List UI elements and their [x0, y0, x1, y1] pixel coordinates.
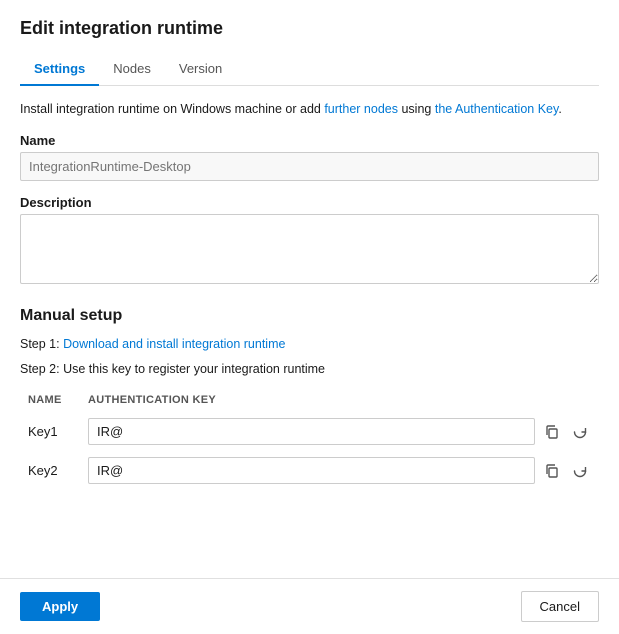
key-value-cell-1 [80, 451, 599, 490]
col-auth-header: AUTHENTICATION KEY [80, 388, 599, 412]
step2-text: Step 2: Use this key to register your in… [20, 360, 599, 379]
refresh-icon [572, 463, 588, 479]
cancel-button[interactable]: Cancel [521, 591, 599, 622]
description-textarea[interactable] [20, 214, 599, 284]
page-title: Edit integration runtime [20, 18, 599, 39]
refresh-icon [572, 424, 588, 440]
key-value-cell-0 [80, 412, 599, 451]
name-input[interactable] [20, 152, 599, 181]
footer: Apply Cancel [0, 578, 619, 634]
copy-button-1[interactable] [541, 460, 563, 482]
col-name-header: NAME [20, 388, 80, 412]
tab-settings[interactable]: Settings [20, 53, 99, 86]
key-name-1: Key2 [20, 451, 80, 490]
table-row: Key2 [20, 451, 599, 490]
auth-key-link[interactable]: the Authentication Key [435, 102, 558, 116]
table-row: Key1 [20, 412, 599, 451]
apply-button[interactable]: Apply [20, 592, 100, 621]
description-label: Description [20, 195, 599, 210]
key-input-0[interactable] [88, 418, 535, 445]
tab-version[interactable]: Version [165, 53, 236, 86]
refresh-button-1[interactable] [569, 460, 591, 482]
name-label: Name [20, 133, 599, 148]
tabs-container: Settings Nodes Version [20, 53, 599, 86]
copy-button-0[interactable] [541, 421, 563, 443]
manual-setup-title: Manual setup [20, 307, 599, 325]
further-nodes-link[interactable]: further nodes [324, 102, 398, 116]
copy-icon [544, 424, 560, 440]
key-input-1[interactable] [88, 457, 535, 484]
main-content: Edit integration runtime Settings Nodes … [0, 0, 619, 578]
info-text: Install integration runtime on Windows m… [20, 100, 599, 119]
download-link[interactable]: Download and install integration runtime [63, 337, 285, 351]
key-table: NAME AUTHENTICATION KEY Key1 [20, 388, 599, 490]
refresh-button-0[interactable] [569, 421, 591, 443]
step1-text: Step 1: Download and install integration… [20, 335, 599, 354]
copy-icon [544, 463, 560, 479]
key-name-0: Key1 [20, 412, 80, 451]
tab-nodes[interactable]: Nodes [99, 53, 165, 86]
